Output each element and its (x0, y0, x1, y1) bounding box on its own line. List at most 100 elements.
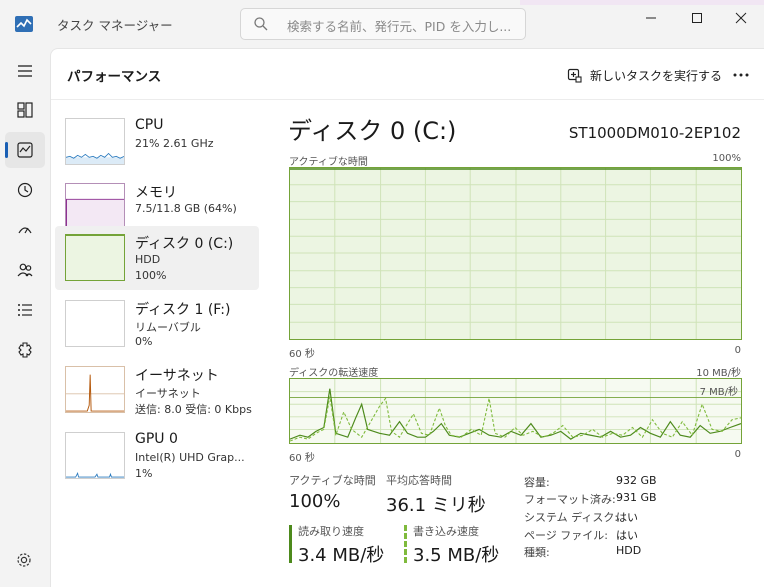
write-speed-label: 書き込み速度 (413, 525, 479, 538)
device-detail: 7.5/11.8 GB (64%) (135, 202, 237, 215)
active-time-graph (289, 167, 742, 340)
write-speed-value: 3.5 MB/秒 (413, 545, 500, 566)
transfer-rate-graph-min: 0 (734, 449, 741, 460)
read-speed-indicator (289, 525, 292, 563)
search-placeholder: 検索する名前、発行元、PID を入力し... (287, 19, 512, 34)
response-time-value: 36.1 ミリ秒 (386, 495, 486, 516)
transfer-rate-graph-time: 60 秒 (289, 453, 315, 464)
prop-type-label: 種類: (524, 546, 550, 559)
device-name: イーサネット (135, 368, 219, 384)
nav-processes[interactable] (5, 92, 45, 128)
device-detail: イーサネット (135, 387, 201, 400)
more-options-icon (733, 73, 749, 77)
active-time-graph-time: 60 秒 (289, 349, 315, 360)
settings-button[interactable] (15, 551, 33, 569)
active-time-value: 100% (289, 491, 341, 512)
prop-formatted-label: フォーマット済み: (524, 493, 616, 506)
window-title: タスク マネージャー (57, 18, 173, 33)
search-box[interactable]: 検索する名前、発行元、PID を入力し... (240, 8, 526, 40)
device-gpu-0[interactable]: GPU 0 Intel(R) UHD Grap... 1% (55, 424, 259, 488)
transfer-rate-graph-max: 10 MB/秒 (696, 368, 741, 379)
device-disk-0[interactable]: ディスク 0 (C:) HDD 100% (55, 226, 259, 290)
active-time-label: アクティブな時間 (289, 474, 376, 487)
close-button[interactable] (718, 0, 764, 36)
nav-users[interactable] (5, 252, 45, 288)
nav-performance[interactable] (5, 132, 45, 168)
transfer-rate-marker: 7 MB/秒 (699, 387, 738, 398)
device-name: ディスク 0 (C:) (135, 236, 234, 252)
device-usage: 100% (135, 269, 167, 282)
performance-icon (17, 142, 33, 158)
gpu-thumbnail-graph (65, 432, 125, 479)
prop-page-file-value: はい (616, 529, 638, 542)
prop-capacity-value: 932 GB (616, 474, 657, 487)
disk-0-thumbnail-graph (65, 234, 125, 281)
disk-title: ディスク 0 (C:) (288, 117, 457, 145)
device-disk-1[interactable]: ディスク 1 (F:) リムーバブル 0% (55, 292, 259, 356)
active-time-graph-max: 100% (712, 153, 741, 164)
hamburger-menu-icon (18, 65, 32, 77)
task-manager-app-icon (14, 14, 34, 34)
app-history-icon (17, 182, 33, 198)
processes-icon (17, 102, 33, 118)
prop-capacity-label: 容量: (524, 476, 550, 489)
prop-type-value: HDD (616, 544, 642, 557)
device-ethernet[interactable]: イーサネット イーサネット 送信: 8.0 受信: 0 Kbps (55, 358, 259, 422)
navigation-rail (0, 48, 50, 587)
device-usage: 1% (135, 467, 153, 480)
prop-formatted-value: 931 GB (616, 491, 657, 504)
device-detail: HDD (135, 253, 161, 266)
details-icon (18, 304, 32, 316)
device-name: CPU (135, 117, 164, 133)
transfer-rate-graph-label: ディスクの転送速度 (289, 368, 379, 379)
response-time-label: 平均応答時間 (386, 474, 452, 487)
run-task-icon (567, 68, 582, 83)
read-speed-value: 3.4 MB/秒 (298, 545, 385, 566)
nav-details[interactable] (5, 292, 45, 328)
device-usage: 送信: 8.0 受信: 0 Kbps (135, 403, 252, 416)
run-new-task-button[interactable]: 新しいタスクを実行する (567, 63, 722, 87)
device-usage: 0% (135, 335, 153, 348)
close-icon (735, 12, 747, 24)
minimize-icon (646, 17, 656, 19)
maximize-button[interactable] (674, 0, 720, 36)
task-manager-window: タスク マネージャー 検索する名前、発行元、PID を入力し... パフォーマン… (0, 0, 764, 587)
memory-thumbnail-graph (65, 183, 125, 230)
nav-services[interactable] (5, 332, 45, 368)
device-cpu[interactable]: CPU 21% 2.61 GHz (55, 110, 259, 174)
services-icon (18, 342, 32, 358)
minimize-button[interactable] (628, 0, 674, 36)
more-options-button[interactable] (729, 63, 753, 87)
gear-icon (17, 553, 31, 567)
page-title: パフォーマンス (67, 69, 162, 85)
active-time-graph-label: アクティブな時間 (289, 157, 368, 168)
device-name: ディスク 1 (F:) (135, 302, 231, 318)
transfer-rate-graph (289, 378, 742, 444)
nav-app-history[interactable] (5, 172, 45, 208)
cpu-thumbnail-graph (65, 118, 125, 165)
read-speed-label: 読み取り速度 (298, 525, 364, 538)
prop-page-file-label: ページ ファイル: (524, 529, 608, 542)
device-detail: リムーバブル (135, 321, 201, 334)
device-name: メモリ (135, 185, 177, 201)
device-name: GPU 0 (135, 431, 178, 447)
maximize-icon (692, 13, 702, 23)
ethernet-thumbnail-graph (65, 366, 125, 413)
users-icon (17, 263, 33, 277)
hamburger-menu-button[interactable] (5, 53, 45, 89)
disk-model: ST1000DM010-2EP102 (568, 124, 741, 142)
active-time-graph-min: 0 (734, 345, 741, 356)
device-detail: 21% 2.61 GHz (135, 137, 214, 150)
title-bar: タスク マネージャー 検索する名前、発行元、PID を入力し... (0, 0, 764, 48)
run-new-task-label: 新しいタスクを実行する (590, 68, 723, 83)
prop-system-disk-label: システム ディスク: (524, 511, 619, 524)
disk-1-thumbnail-graph (65, 300, 125, 347)
search-icon (253, 16, 269, 32)
startup-apps-icon (18, 227, 32, 234)
nav-startup-apps[interactable] (5, 212, 45, 248)
device-detail: Intel(R) UHD Grap... (135, 451, 245, 464)
header-divider (51, 99, 764, 100)
write-speed-indicator (404, 525, 407, 563)
prop-system-disk-value: はい (616, 511, 638, 524)
performance-panel: パフォーマンス 新しいタスクを実行する CPU 21% 2.61 GHz メモリ… (50, 48, 764, 587)
